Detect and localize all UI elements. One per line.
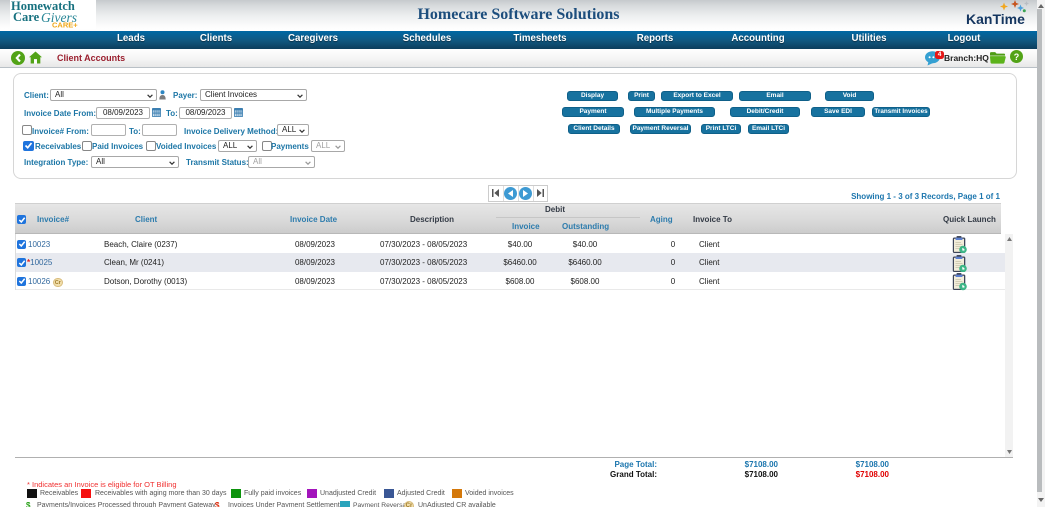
svg-text:Care: Care — [13, 10, 40, 24]
svg-text:CARE+: CARE+ — [52, 21, 78, 30]
